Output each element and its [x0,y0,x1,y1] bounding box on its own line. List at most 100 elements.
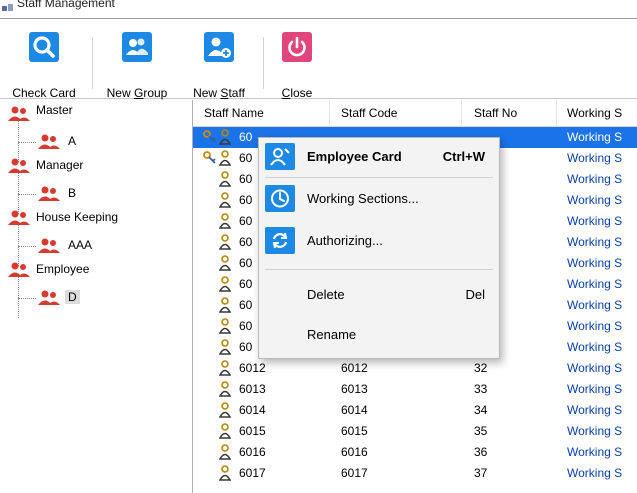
person-icon [218,465,232,481]
row-icons [203,339,237,355]
tree-item-house-keeping[interactable]: House Keeping [8,208,178,228]
table-row[interactable]: 6017 6017 37 Working S [193,463,637,484]
table-row[interactable]: 6013 6013 33 Working S [193,379,637,400]
window-title: Staff Management [17,0,115,10]
cell-working-sections: Working S [567,424,623,438]
menu-item-authorizing[interactable]: Authorizing... [259,224,499,256]
cell-staff-code: 6016 [341,445,368,459]
menu-item-label: Delete [307,287,345,302]
cell-working-sections: Working S [567,361,623,375]
tree-item-b[interactable]: B [38,184,138,204]
menu-separator [265,177,493,178]
row-icons [203,213,237,229]
group-icon [38,238,60,253]
table-row[interactable]: 6015 6015 35 Working S [193,421,637,442]
cell-staff-name: 60 [239,298,253,312]
cell-working-sections: Working S [567,130,623,144]
person-icon [218,150,232,166]
cell-staff-name: 60 [239,151,253,165]
cell-staff-name: 60 [239,277,253,291]
row-icons [203,381,237,397]
table-row[interactable]: 6016 6016 36 Working S [193,442,637,463]
cell-staff-name: 6012 [239,361,266,375]
menu-item-employee-card[interactable]: Employee Card Ctrl+W [259,140,499,172]
row-icons [203,150,237,166]
row-icons [203,423,237,439]
table-row[interactable]: 6014 6014 34 Working S [193,400,637,421]
person-icon [218,276,232,292]
tree-item-d[interactable]: D [38,288,138,308]
add-user-icon [204,32,234,62]
cell-staff-code: 6014 [341,403,368,417]
cell-staff-no: 37 [474,466,488,480]
new-staff-button[interactable]: New Staff [186,29,252,100]
column-divider[interactable] [329,100,330,126]
cell-working-sections: Working S [567,193,623,207]
menu-item-label: Rename [307,327,357,342]
cell-staff-name: 60 [239,340,253,354]
cell-staff-name: 6017 [239,466,266,480]
cell-staff-name: 6016 [239,445,266,459]
refresh-icon [265,227,295,254]
column-divider[interactable] [461,100,462,126]
row-icons [203,402,237,418]
menu-item-label: Working Sections... [307,191,419,206]
column-header-staff-no[interactable]: Staff No [474,106,517,120]
column-header-working-sections[interactable]: Working S [567,106,622,120]
row-icons [203,255,237,271]
person-icon [218,129,232,145]
menu-item-delete[interactable]: Delete Del [259,278,499,310]
cell-working-sections: Working S [567,403,623,417]
row-icons [203,192,237,208]
cell-working-sections: Working S [567,214,623,228]
tree-item-label: Master [36,103,73,117]
tree-item-label: Employee [36,262,90,276]
cell-staff-name: 6015 [239,424,266,438]
menu-shortcut: Ctrl+W [442,149,485,164]
column-header-staff-code[interactable]: Staff Code [341,106,397,120]
person-icon [218,255,232,271]
table-row[interactable]: 6012 6012 32 Working S [193,358,637,379]
tree-item-master[interactable]: Master [8,103,178,124]
group-icon [8,262,30,277]
tree-item-a[interactable]: A [38,132,138,152]
group-icon [122,32,152,62]
check-card-button[interactable]: Check Card [4,29,84,100]
search-icon [29,32,59,62]
cell-staff-name: 6014 [239,403,266,417]
menu-item-working-sections[interactable]: Working Sections... [259,182,499,214]
row-icons [203,297,237,313]
close-button[interactable]: Close [270,29,324,100]
title-bar: Staff Management [0,0,637,19]
group-icon [8,158,30,173]
person-icon [218,339,232,355]
toolbar-separator [263,37,264,89]
row-icons [203,234,237,250]
tree-item-employee[interactable]: Employee [8,260,178,280]
cell-working-sections: Working S [567,172,623,186]
new-group-label: New Group [106,86,168,100]
column-header-staff-name[interactable]: Staff Name [204,106,264,120]
tree-item-label: House Keeping [36,210,119,224]
app-icon [2,4,13,11]
tree-item-aaa[interactable]: AAA [38,236,138,256]
context-menu: Employee Card Ctrl+W Working Sections...… [258,137,500,359]
cell-staff-code: 6012 [341,361,368,375]
column-divider[interactable] [556,100,557,126]
person-icon [218,444,232,460]
new-group-button[interactable]: New Group [97,29,177,100]
cell-working-sections: Working S [567,235,623,249]
person-icon [218,381,232,397]
menu-item-label: Authorizing... [307,233,383,248]
menu-item-rename[interactable]: Rename [259,318,499,350]
table-header: Staff Name Staff Code Staff No Working S [193,100,637,127]
row-icons [203,444,237,460]
group-icon [38,186,60,201]
cell-staff-name: 60 [239,256,253,270]
tree-item-manager[interactable]: Manager [8,156,178,176]
toolbar: Check Card New Group New Staff Close [0,19,637,100]
cell-working-sections: Working S [567,319,623,333]
close-label: Close [281,86,313,100]
person-icon [218,297,232,313]
key-icon [203,151,216,164]
